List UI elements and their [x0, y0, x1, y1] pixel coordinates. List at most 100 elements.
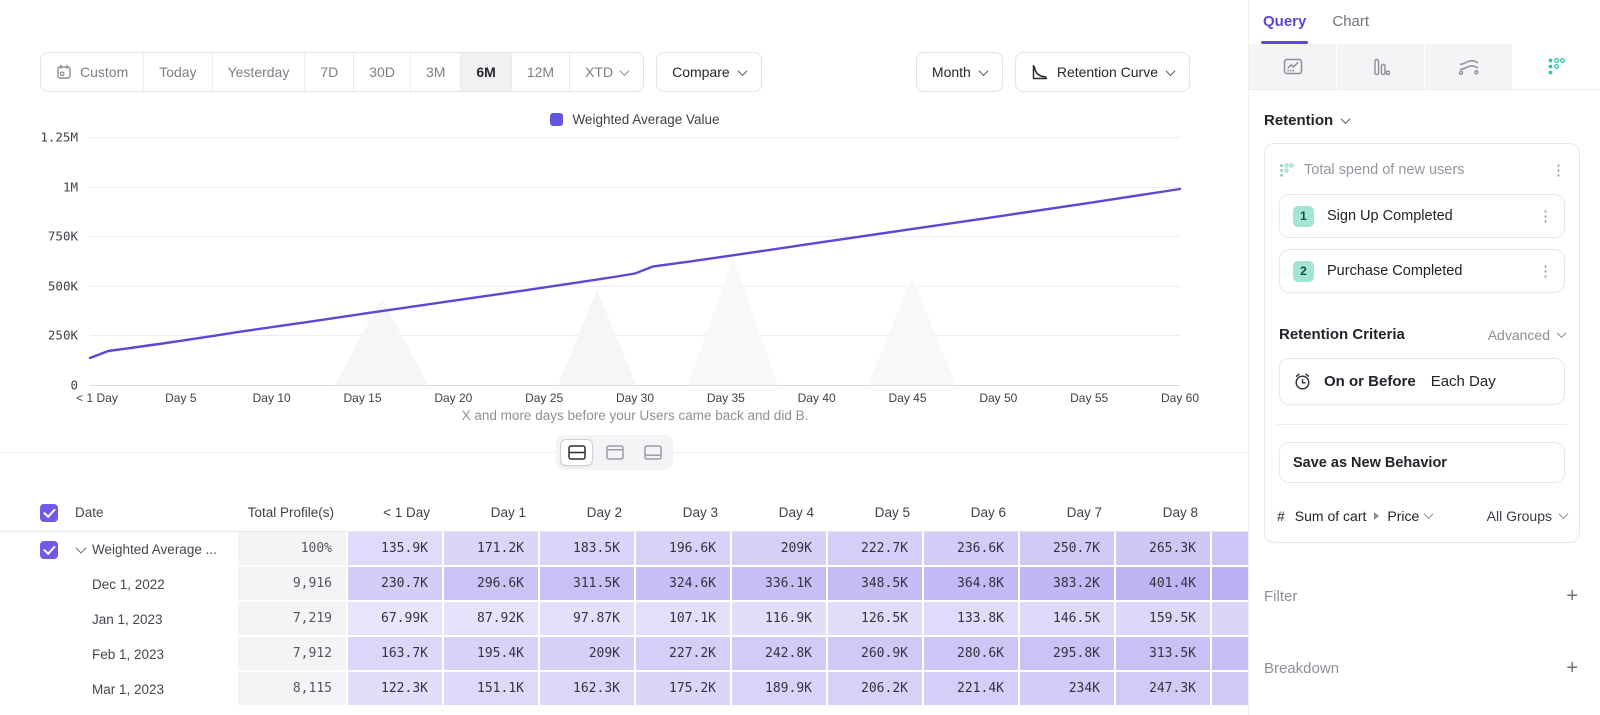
- clipped-day-cell: [1212, 532, 1248, 567]
- kebab-menu-icon[interactable]: ⋮: [1538, 209, 1552, 224]
- retention-value-cell: 295.8K: [1020, 637, 1116, 672]
- retention-value-cell: 67.99K: [348, 602, 444, 637]
- step-event-label: Sign Up Completed: [1327, 208, 1525, 224]
- measure-row: # Sum of cart Price All Groups: [1277, 489, 1567, 542]
- filter-section[interactable]: Filter +: [1264, 585, 1578, 608]
- row-select-cell: [40, 637, 70, 672]
- retention-value-cell: 189.9K: [732, 672, 828, 707]
- table-row[interactable]: Dec 1, 20229,916230.7K296.6K311.5K324.6K…: [0, 567, 1248, 602]
- column-header-day-4[interactable]: Day 4: [732, 494, 828, 531]
- chevron-down-icon: [1424, 509, 1434, 519]
- retention-value-cell: 146.5K: [1020, 602, 1116, 637]
- retention-value-cell: 126.5K: [828, 602, 924, 637]
- chevron-down-icon: [1559, 509, 1569, 519]
- retention-timing-selector[interactable]: On or Before Each Day: [1279, 358, 1565, 405]
- tab-flows[interactable]: [1425, 44, 1513, 89]
- trend-line-svg: [0, 0, 1248, 430]
- column-header-total-profile-s-[interactable]: Total Profile(s): [238, 494, 348, 531]
- column-header-date[interactable]: Date: [75, 494, 238, 531]
- breakdown-label: Breakdown: [1264, 660, 1566, 677]
- column-header-day-7[interactable]: Day 7: [1020, 494, 1116, 531]
- timing-unit: Each Day: [1431, 373, 1496, 390]
- retention-value-cell: 97.87K: [540, 602, 636, 637]
- measure-property-dropdown[interactable]: Sum of cart Price: [1295, 508, 1433, 524]
- retention-value-cell: 296.6K: [444, 567, 540, 602]
- clipped-day-cell: [1212, 567, 1248, 602]
- retention-value-cell: 247.3K: [1116, 672, 1212, 707]
- row-checkbox[interactable]: [40, 541, 58, 559]
- column-header-day-2[interactable]: Day 2: [540, 494, 636, 531]
- layout-chart-only-button[interactable]: [598, 439, 631, 466]
- chevron-down-icon: [1341, 114, 1351, 124]
- row-select-cell: [40, 602, 70, 637]
- retention-value-cell: 162.3K: [540, 672, 636, 707]
- retention-icon: [1547, 57, 1566, 76]
- tab-chart[interactable]: Chart: [1332, 13, 1369, 44]
- save-as-new-behavior-button[interactable]: Save as New Behavior: [1279, 442, 1565, 483]
- retention-value-cell: 133.8K: [924, 602, 1020, 637]
- filter-label: Filter: [1264, 588, 1566, 605]
- retention-value-cell: 209K: [732, 532, 828, 567]
- add-breakdown-button[interactable]: +: [1566, 657, 1578, 680]
- select-all-checkbox[interactable]: [40, 504, 58, 522]
- clipped-day-cell: [1212, 637, 1248, 672]
- group-label: All Groups: [1487, 508, 1552, 524]
- retention-value-cell: 183.5K: [540, 532, 636, 567]
- column-header-day-8[interactable]: Day 8: [1116, 494, 1212, 531]
- table-row[interactable]: Feb 1, 20237,912163.7K195.4K209K227.2K24…: [0, 637, 1248, 672]
- query-sidebar: Query Chart: [1248, 0, 1600, 715]
- row-select-cell: [40, 532, 70, 567]
- save-label: Save as New Behavior: [1293, 455, 1447, 471]
- retention-value-cell: 250.7K: [1020, 532, 1116, 567]
- table-header-row: DateTotal Profile(s)< 1 DayDay 1Day 2Day…: [0, 494, 1248, 532]
- retention-section-header[interactable]: Retention: [1249, 90, 1600, 129]
- retention-value-cell: 265.3K: [1116, 532, 1212, 567]
- add-filter-button[interactable]: +: [1566, 585, 1578, 608]
- expand-chevron-icon[interactable]: [75, 542, 86, 553]
- column-header-day-5[interactable]: Day 5: [828, 494, 924, 531]
- table-row[interactable]: Weighted Average ...100%135.9K171.2K183.…: [0, 532, 1248, 567]
- row-select-cell: [40, 567, 70, 602]
- column-header-day-6[interactable]: Day 6: [924, 494, 1020, 531]
- sidebar-tabs: Query Chart: [1249, 0, 1600, 44]
- behavior-icon: [1279, 163, 1294, 178]
- retention-value-cell: 236.6K: [924, 532, 1020, 567]
- header-select-cell: [40, 494, 70, 531]
- advanced-dropdown[interactable]: Advanced: [1488, 327, 1565, 343]
- row-expand-cell: [70, 672, 92, 707]
- tab-funnels[interactable]: [1337, 44, 1425, 89]
- measure-property: Sum of cart: [1295, 508, 1367, 524]
- column-header--1-day[interactable]: < 1 Day: [348, 494, 444, 531]
- table-row[interactable]: Mar 1, 20238,115122.3K151.1K162.3K175.2K…: [0, 672, 1248, 707]
- column-header-day-1[interactable]: Day 1: [444, 494, 540, 531]
- tab-retention[interactable]: [1513, 44, 1600, 89]
- retention-value-cell: 227.2K: [636, 637, 732, 672]
- layout-table-only-button[interactable]: [636, 439, 669, 466]
- tab-insights[interactable]: [1249, 44, 1337, 89]
- row-label: Feb 1, 2023: [92, 637, 238, 672]
- watermark-shape: [558, 290, 636, 385]
- group-dropdown[interactable]: All Groups: [1487, 508, 1567, 524]
- behavior-step-2[interactable]: 2Purchase Completed⋮: [1279, 249, 1565, 293]
- tab-query[interactable]: Query: [1263, 13, 1306, 44]
- retention-value-cell: 242.8K: [732, 637, 828, 672]
- retention-value-cell: 122.3K: [348, 672, 444, 707]
- retention-value-cell: 221.4K: [924, 672, 1020, 707]
- chart-caption: X and more days before your Users came b…: [90, 408, 1180, 423]
- breakdown-section[interactable]: Breakdown +: [1264, 657, 1578, 680]
- behavior-card: Total spend of new users ⋮ 1Sign Up Comp…: [1264, 143, 1580, 543]
- total-profiles-cell: 7,219: [238, 602, 348, 637]
- layout-toggle-group: [556, 435, 673, 470]
- layout-split-view-button[interactable]: [560, 439, 593, 466]
- table-row[interactable]: Jan 1, 20237,21967.99K87.92K97.87K107.1K…: [0, 602, 1248, 637]
- behavior-steps: 1Sign Up Completed⋮2Purchase Completed⋮: [1279, 194, 1565, 293]
- retention-value-cell: 260.9K: [828, 637, 924, 672]
- total-profiles-cell: 9,916: [238, 567, 348, 602]
- retention-value-cell: 230.7K: [348, 567, 444, 602]
- total-profiles-cell: 100%: [238, 532, 348, 567]
- column-header-day-3[interactable]: Day 3: [636, 494, 732, 531]
- kebab-menu-icon[interactable]: ⋮: [1551, 163, 1565, 178]
- kebab-menu-icon[interactable]: ⋮: [1538, 264, 1552, 279]
- retention-value-cell: 383.2K: [1020, 567, 1116, 602]
- behavior-step-1[interactable]: 1Sign Up Completed⋮: [1279, 194, 1565, 238]
